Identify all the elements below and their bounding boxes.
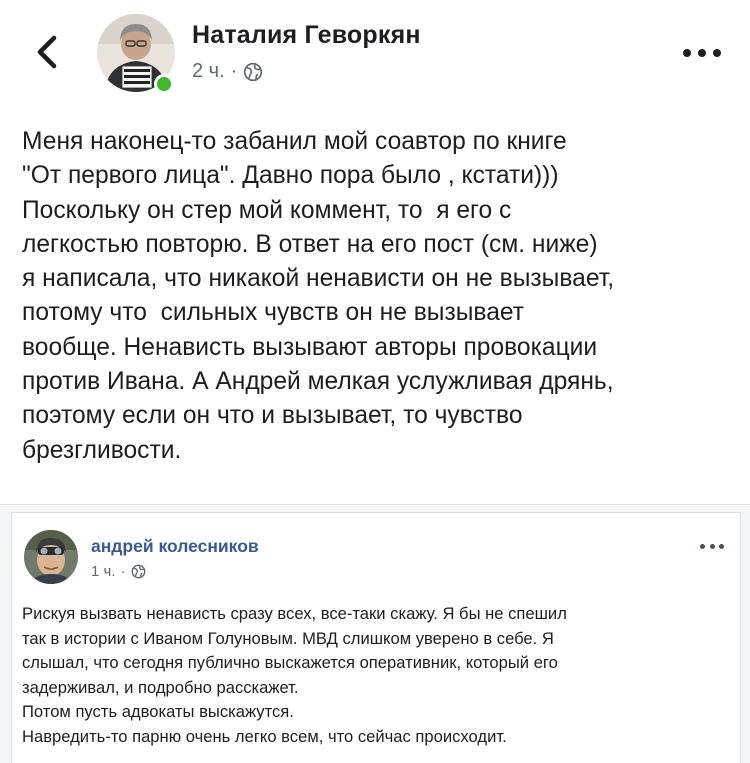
post-text-line: легкостью повторю. В ответ на его пост (…: [22, 230, 598, 258]
chevron-left-icon: [37, 35, 57, 69]
post-time[interactable]: 2 ч.: [192, 60, 225, 83]
post-text-line: вообще. Ненависть вызывают авторы провок…: [22, 333, 598, 361]
more-horizontal-icon: [683, 49, 691, 57]
shared-text-line: слышал, что сегодня публично выскажется …: [22, 653, 558, 673]
shared-text-line: задерживал, и подробно расскажет.: [22, 677, 299, 697]
shared-author-avatar[interactable]: [24, 530, 78, 584]
post-text-line: брезгливости.: [22, 436, 182, 464]
more-options-button[interactable]: [683, 46, 721, 60]
meta-separator: ·: [120, 563, 126, 580]
shared-post-body: Рискуя вызвать ненависть сразу всех, все…: [22, 602, 734, 750]
post-meta: 2 ч. ·: [192, 60, 263, 83]
shared-post-container: андрей колесников 1 ч. · Рискуя вызвать …: [0, 504, 750, 763]
back-button[interactable]: [30, 30, 70, 74]
shared-author-name[interactable]: андрей колесников: [91, 536, 259, 557]
more-horizontal-icon: [713, 49, 721, 57]
globe-icon[interactable]: [131, 564, 146, 579]
shared-text-line: так в истории с Иваном Голуновым. МВД сл…: [22, 628, 554, 648]
post-text-line: потому что сильных чувств он не вызывает: [22, 299, 524, 327]
post-text-line: "От первого лица". Давно пора было , кст…: [22, 162, 559, 190]
post-text-line: я написала, что никакой ненависти он не …: [22, 265, 615, 293]
shared-text-line: Рискуя вызвать ненависть сразу всех, все…: [22, 604, 567, 623]
post-header: Наталия Геворкян 2 ч. ·: [0, 0, 750, 110]
post-body: Меня наконец-то забанил мой соавтор по к…: [22, 125, 737, 468]
post-text-line: Меня наконец-то забанил мой соавтор по к…: [22, 128, 567, 155]
more-horizontal-icon: [700, 543, 705, 549]
more-horizontal-icon: [719, 543, 724, 549]
more-horizontal-icon: [698, 49, 706, 57]
shared-text-line: Навредить-то парню очень легко всем, что…: [22, 726, 507, 746]
post-text-line: против Ивана. А Андрей мелкая услужливая…: [22, 368, 614, 396]
post-text-line: Поскольку он стер мой коммент, то я его …: [22, 196, 512, 224]
shared-more-options-button[interactable]: [700, 543, 724, 549]
shared-text-line: Потом пусть адвокаты выскажутся.: [22, 702, 294, 722]
author-name[interactable]: Наталия Геворкян: [192, 21, 421, 50]
online-status-dot: [154, 74, 174, 94]
shared-post-time[interactable]: 1 ч.: [91, 563, 116, 580]
more-horizontal-icon: [709, 543, 715, 549]
meta-separator: ·: [230, 60, 238, 82]
post-text-line: поэтому если он что и вызывает, то чувст…: [22, 402, 523, 430]
shared-post-meta: 1 ч. ·: [91, 563, 146, 580]
author-avatar-wrapper[interactable]: [97, 14, 175, 94]
globe-icon[interactable]: [243, 62, 263, 82]
shared-post-card[interactable]: андрей колесников 1 ч. · Рискуя вызвать …: [11, 512, 741, 763]
